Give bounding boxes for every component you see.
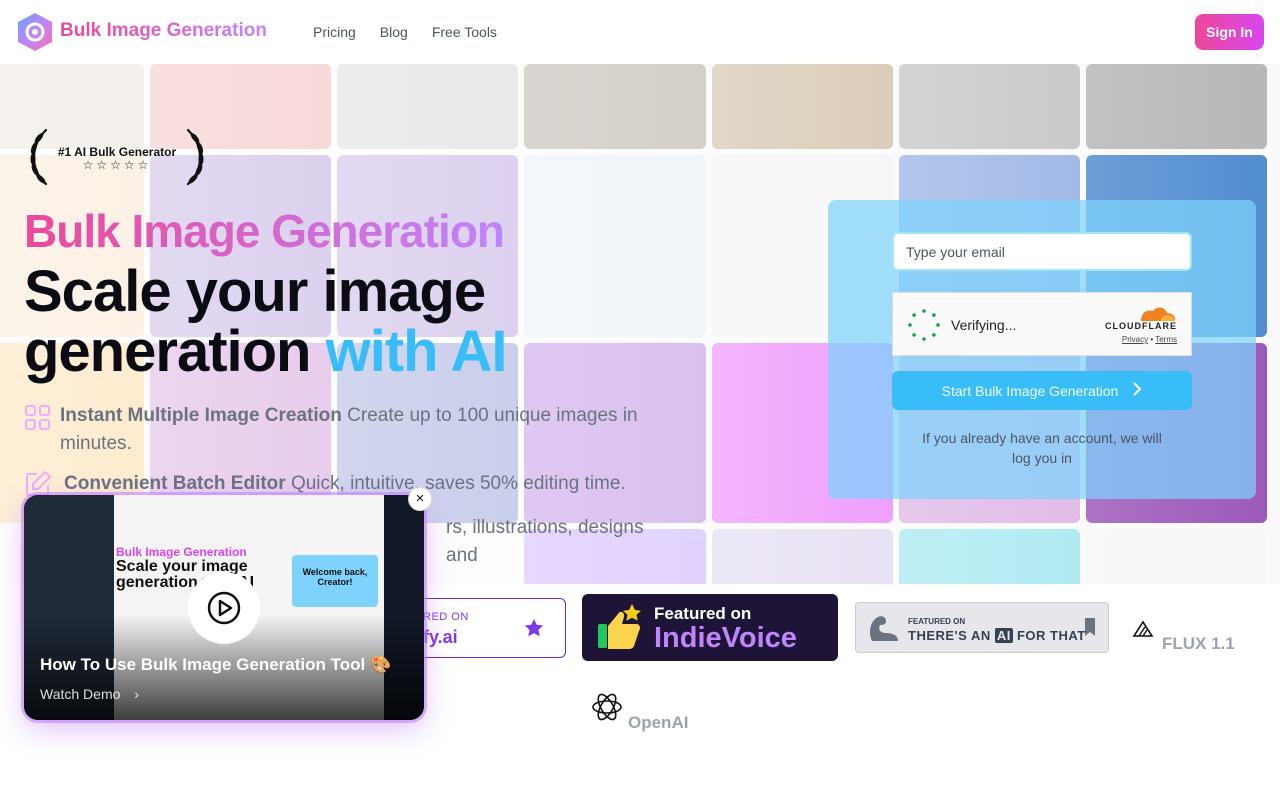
page: Bulk Image Generation Pricing Blog Free … xyxy=(0,0,1280,800)
thumbs-up-icon xyxy=(598,604,641,649)
start-button-label: Start Bulk Image Generation xyxy=(941,383,1119,399)
hero-title-line2: generation with AI xyxy=(24,318,508,385)
feature-batch-editor: Convenient Batch Editor Quick, intuitive… xyxy=(24,470,674,498)
brand-name[interactable]: Bulk Image Generation xyxy=(60,20,267,42)
privacy-link[interactable]: Privacy xyxy=(1122,335,1148,344)
spinner-icon xyxy=(908,309,940,341)
hero-title-prefix: generation xyxy=(24,319,326,384)
account-note: If you already have an account, we will … xyxy=(922,430,1162,466)
link-separator: • xyxy=(1150,335,1154,344)
hero-title-accent: with AI xyxy=(325,319,508,384)
watch-demo-label: Watch Demo xyxy=(40,686,121,702)
email-input[interactable] xyxy=(892,232,1192,271)
top-header: Bulk Image Generation Pricing Blog Free … xyxy=(0,0,1280,64)
taaft-top: FEATURED ON xyxy=(908,617,966,626)
taaft-main-ai: AI xyxy=(994,628,1013,643)
openai-logo-icon xyxy=(592,693,622,721)
sign-in-button[interactable]: Sign In xyxy=(1195,14,1264,50)
edit-icon xyxy=(26,470,52,496)
feature-multiple-images: Instant Multiple Image Creation Create u… xyxy=(24,402,674,458)
feature-text: Quick, intuitive, saves 50% editing time… xyxy=(285,473,626,494)
product-badge[interactable]: RED ON fy.ai xyxy=(404,598,566,658)
product-badge-main: fy.ai xyxy=(423,627,458,647)
hero-title-line1: Scale your image xyxy=(24,259,486,324)
cloudflare-brand: CLOUDFLARE xyxy=(1105,321,1177,331)
close-video-button[interactable]: × xyxy=(408,487,432,511)
award-stars: ☆☆☆☆☆ xyxy=(82,158,152,172)
chevron-right-icon xyxy=(1132,382,1142,399)
chevron-right-icon: › xyxy=(134,686,139,702)
start-generation-button[interactable]: Start Bulk Image Generation xyxy=(892,371,1192,410)
openai-logo-text: OpenAI xyxy=(628,713,689,732)
captcha-widget[interactable]: Verifying... CLOUDFLARE Privacy • Terms xyxy=(892,292,1192,356)
taaft-main-a: THERE'S AN xyxy=(908,628,995,643)
indievoice-main: IndieVoice xyxy=(654,622,797,654)
feature-title: Convenient Batch Editor xyxy=(64,473,286,494)
play-button[interactable] xyxy=(188,572,260,644)
feature-title: Instant Multiple Image Creation xyxy=(60,405,342,426)
award-title: #1 AI Bulk Generator xyxy=(57,145,177,159)
signup-panel: Verifying... CLOUDFLARE Privacy • Terms … xyxy=(828,200,1256,499)
nav-pricing[interactable]: Pricing xyxy=(313,24,356,40)
nav-free-tools[interactable]: Free Tools xyxy=(432,24,497,40)
hero-gradient-title: Bulk Image Generation xyxy=(24,205,505,257)
taaft-main: THERE'S AN AI FOR THAT xyxy=(908,628,1086,643)
captcha-status: Verifying... xyxy=(951,317,1017,333)
demo-video-card[interactable]: Bulk Image Generation Scale your image g… xyxy=(24,495,424,720)
video-title: How To Use Bulk Image Generation Tool 🎨 xyxy=(40,655,392,674)
video-preview-card-text: Welcome back, Creator! xyxy=(302,567,368,587)
flux-logo-text: FLUX 1.1 xyxy=(1162,634,1235,653)
logo-icon[interactable] xyxy=(16,12,54,52)
flux-logo-icon xyxy=(1132,620,1154,637)
captcha-links: Privacy • Terms xyxy=(1122,335,1177,344)
grid-icon xyxy=(25,405,50,430)
feature-text: rs, illustrations, designs and xyxy=(446,517,644,566)
nav-blog[interactable]: Blog xyxy=(380,24,408,40)
taaft-main-b: FOR THAT xyxy=(1012,628,1086,643)
video-preview-title: Bulk Image Generation xyxy=(116,545,247,559)
star-icon xyxy=(524,618,544,637)
watch-demo-link[interactable]: Watch Demo › xyxy=(40,686,139,702)
indievoice-badge[interactable]: Featured on IndieVoice xyxy=(582,594,838,661)
main-nav: Pricing Blog Free Tools xyxy=(313,24,497,40)
indievoice-top: Featured on xyxy=(654,604,752,623)
terms-link[interactable]: Terms xyxy=(1155,335,1177,344)
product-badge-top: RED ON xyxy=(423,611,469,623)
bookmark-icon xyxy=(1085,618,1095,636)
video-preview-card: Welcome back, Creator! xyxy=(292,555,378,607)
flexed-arm-icon xyxy=(870,616,898,641)
taaft-badge[interactable]: FEATURED ON THERE'S AN AI FOR THAT xyxy=(855,602,1109,653)
play-icon xyxy=(207,591,241,625)
